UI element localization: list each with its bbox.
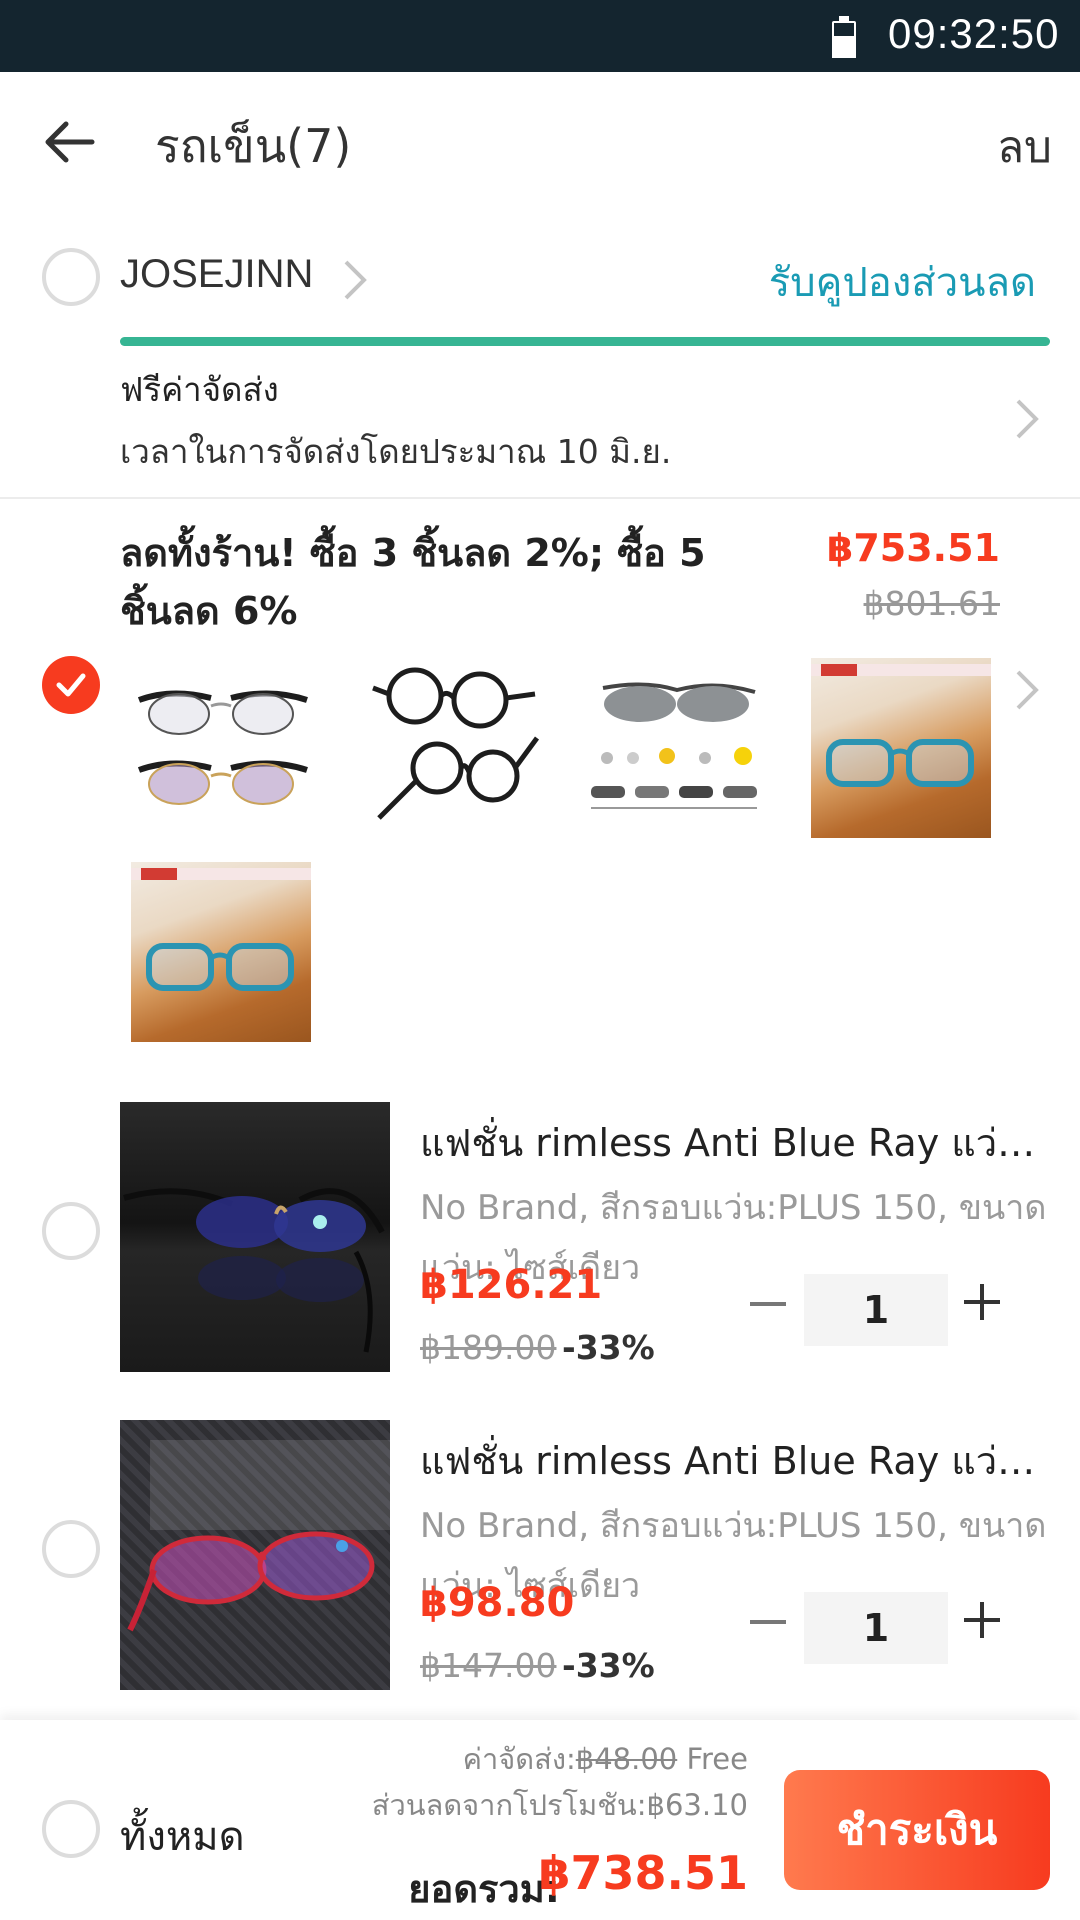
free-shipping-progress-bar bbox=[120, 337, 1050, 346]
product-thumbnail[interactable] bbox=[811, 658, 991, 838]
product-thumbnail[interactable] bbox=[131, 862, 311, 1042]
status-bar: 09:32:50 bbox=[0, 0, 1080, 72]
minus-icon[interactable] bbox=[750, 1302, 786, 1306]
shipping-info[interactable]: ฟรีค่าจัดส่ง เวลาในการจัดส่งโดยประมาณ 10… bbox=[0, 355, 1080, 499]
item-select-radio[interactable] bbox=[42, 1520, 100, 1578]
shipping-fee-value: ฿48.00 bbox=[575, 1742, 678, 1776]
cart-item: แฟชั่น rimless Anti Blue Ray แว่นตาอ่านห… bbox=[0, 1420, 1080, 1700]
item-discount: -33% bbox=[562, 1646, 655, 1685]
item-price: ฿126.21 bbox=[420, 1262, 603, 1308]
product-thumbnail[interactable] bbox=[365, 658, 545, 838]
shop-row: JOSEJINN รับคูปองส่วนลด bbox=[0, 240, 1080, 314]
select-all-radio[interactable] bbox=[42, 1800, 100, 1858]
promo-original-price: ฿801.61 bbox=[863, 584, 1000, 623]
back-arrow-icon[interactable] bbox=[40, 112, 100, 172]
shipping-fee-label: ค่าจัดส่ง: bbox=[462, 1742, 576, 1776]
total-value: ฿738.51 bbox=[538, 1846, 748, 1900]
item-title[interactable]: แฟชั่น rimless Anti Blue Ray แว่นตาอ่านห… bbox=[420, 1112, 1045, 1173]
product-image[interactable] bbox=[120, 1102, 390, 1372]
product-thumbnail[interactable] bbox=[131, 658, 311, 838]
product-thumbnail[interactable] bbox=[585, 658, 765, 838]
chevron-right-icon bbox=[1014, 397, 1040, 445]
free-shipping-title: ฟรีค่าจัดส่ง bbox=[120, 370, 279, 409]
get-coupon-link[interactable]: รับคูปองส่วนลด bbox=[769, 250, 1036, 314]
item-title[interactable]: แฟชั่น rimless Anti Blue Ray แว่นตาอ่านห… bbox=[420, 1430, 1045, 1491]
shipping-fee-summary: ค่าจัดส่ง:฿48.00 Free bbox=[463, 1736, 748, 1782]
delete-button[interactable]: ลบ bbox=[997, 112, 1052, 182]
quantity-field[interactable]: 1 bbox=[804, 1592, 948, 1664]
item-original-price: ฿189.00 bbox=[420, 1328, 557, 1367]
cart-header: รถเข็น(7) ลบ bbox=[0, 72, 1080, 218]
plus-icon[interactable] bbox=[964, 1600, 1004, 1640]
plus-icon[interactable] bbox=[964, 1282, 1004, 1322]
shipping-fee-free: Free bbox=[677, 1742, 748, 1776]
cart-item: แฟชั่น rimless Anti Blue Ray แว่นตาอ่านห… bbox=[0, 1102, 1080, 1382]
item-price: ฿98.80 bbox=[420, 1580, 575, 1626]
item-original-price: ฿147.00 bbox=[420, 1646, 557, 1685]
promo-bundle: ลดทั้งร้าน! ซื้อ 3 ชิ้นลด 2%; ซื้อ 5 ชิ้… bbox=[0, 500, 1080, 1060]
free-shipping-progress-fill bbox=[120, 337, 1050, 346]
page-title: รถเข็น(7) bbox=[155, 119, 352, 173]
minus-icon[interactable] bbox=[750, 1620, 786, 1624]
checkout-footer: ทั้งหมด ค่าจัดส่ง:฿48.00 Free ส่วนลดจากโ… bbox=[0, 1720, 1080, 1920]
promo-description: ลดทั้งร้าน! ซื้อ 3 ชิ้นลด 2%; ซื้อ 5 ชิ้… bbox=[120, 531, 706, 633]
check-icon bbox=[56, 673, 86, 697]
quantity-field[interactable]: 1 bbox=[804, 1274, 948, 1346]
chevron-right-icon[interactable] bbox=[1014, 668, 1040, 716]
item-select-radio[interactable] bbox=[42, 1202, 100, 1260]
checkout-button[interactable]: ชำระเงิน bbox=[784, 1770, 1050, 1890]
chevron-right-icon[interactable] bbox=[342, 258, 368, 306]
item-discount: -33% bbox=[562, 1328, 655, 1367]
promo-price: ฿753.51 bbox=[826, 526, 1000, 570]
total-label: ยอดรวม: bbox=[408, 1867, 560, 1911]
delivery-estimate: เวลาในการจัดส่งโดยประมาณ 10 มิ.ย. bbox=[120, 432, 672, 471]
promo-discount-summary: ส่วนลดจากโปรโมชัน:฿63.10 bbox=[371, 1788, 748, 1822]
battery-icon bbox=[832, 16, 856, 58]
select-all-label[interactable]: ทั้งหมด bbox=[120, 1804, 245, 1868]
product-image[interactable] bbox=[120, 1420, 390, 1690]
shop-select-radio[interactable] bbox=[42, 248, 100, 306]
promo-select-radio[interactable] bbox=[42, 656, 100, 714]
shop-name[interactable]: JOSEJINN bbox=[120, 252, 313, 297]
status-clock: 09:32:50 bbox=[888, 10, 1060, 57]
